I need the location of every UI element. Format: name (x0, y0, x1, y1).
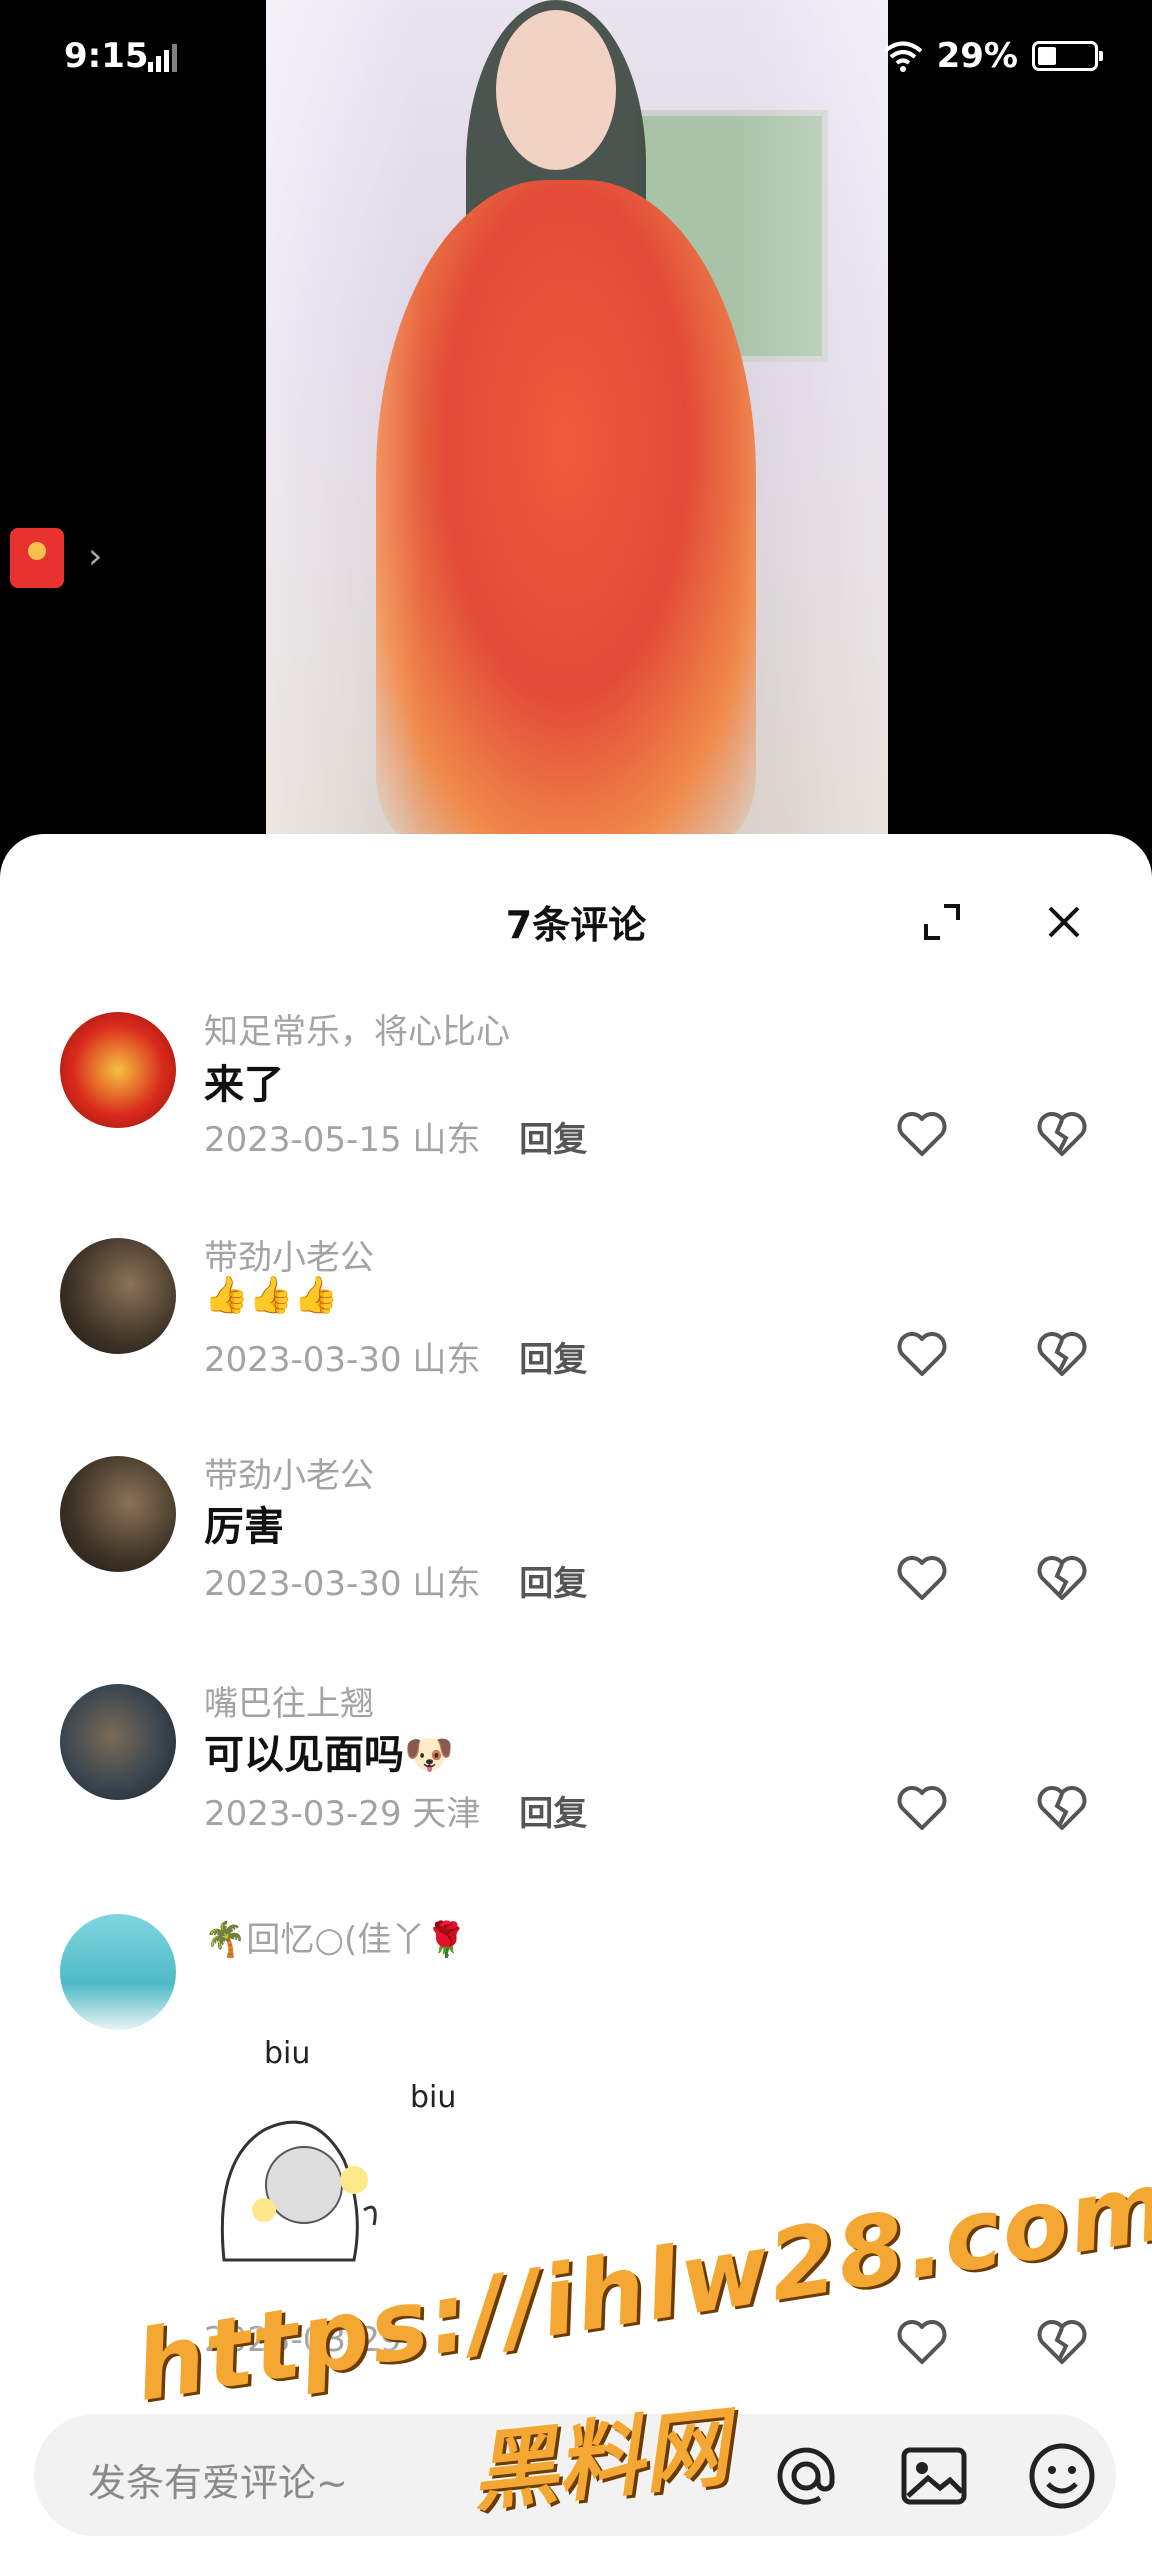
battery-percent: 29% (936, 36, 1018, 76)
avatar[interactable] (60, 1684, 176, 1800)
comments-title: 7条评论 (505, 903, 647, 947)
battery-icon (1032, 41, 1103, 71)
comment-region: 山东 (412, 1340, 481, 1380)
avatar[interactable] (60, 1914, 176, 2030)
comment-region: 山东 (412, 1564, 481, 1604)
image-icon[interactable] (898, 2440, 970, 2512)
comment-author[interactable]: 🌴回忆○(佳丫🌹 (204, 1912, 468, 1961)
video-player[interactable] (266, 0, 888, 840)
reply-button[interactable]: 回复 (519, 1120, 587, 1160)
video-light-effect (266, 0, 888, 840)
reply-button[interactable]: 回复 (519, 1340, 587, 1380)
emoji-icon[interactable] (1026, 2440, 1098, 2512)
comment-date: 2023-03-30 (204, 1564, 402, 1604)
comment-input-placeholder: 发条有爱评论~ (88, 2461, 348, 2505)
broken-heart-icon[interactable] (1036, 1554, 1088, 1602)
at-mention-icon[interactable] (770, 2440, 842, 2512)
heart-icon[interactable] (896, 1784, 948, 1832)
comment-text: 可以见面吗🐶 (204, 1732, 454, 1778)
comment-date: 2023-03-29 (204, 1794, 402, 1834)
broken-heart-icon[interactable] (1036, 1110, 1088, 1158)
status-bar: 9:15 29% (0, 0, 1152, 110)
comment-author[interactable]: 嘴巴往上翘 (204, 1676, 374, 1725)
comment-meta: 2023-03-30 山东 回复 (204, 1332, 587, 1381)
heart-icon[interactable] (896, 1554, 948, 1602)
status-time: 9:15 (64, 36, 149, 76)
comment-meta: 2023-03-30 山东 回复 (204, 1556, 587, 1605)
reply-button[interactable]: 回复 (519, 1794, 587, 1834)
comment-author[interactable]: 带劲小老公 (204, 1448, 374, 1497)
signal-icon (148, 44, 177, 72)
red-packet-arrow-icon[interactable]: › (88, 536, 102, 577)
comment-date: 2023-05-15 (204, 1120, 402, 1160)
avatar[interactable] (60, 1012, 176, 1128)
comment-date: 2023-03-30 (204, 1340, 402, 1380)
red-packet-icon[interactable] (10, 528, 64, 588)
sticker-label: biu (264, 2036, 311, 2071)
comment-text: 厉害 (204, 1504, 284, 1550)
comment-region: 山东 (412, 1120, 481, 1160)
comment-text: 👍👍👍 (204, 1275, 339, 1316)
broken-heart-icon[interactable] (1036, 1330, 1088, 1378)
comment-meta: 2023-05-15 山东 回复 (204, 1112, 587, 1161)
avatar[interactable] (60, 1456, 176, 1572)
wifi-icon (883, 41, 922, 72)
avatar[interactable] (60, 1238, 176, 1354)
reply-button[interactable]: 回复 (519, 1564, 587, 1604)
comment-author[interactable]: 知足常乐，将心比心 (204, 1004, 510, 1053)
comment-text: 来了 (204, 1062, 284, 1108)
broken-heart-icon[interactable] (1036, 1784, 1088, 1832)
heart-icon[interactable] (896, 2318, 948, 2366)
comment-meta: 2023-03-29 天津 回复 (204, 1786, 587, 1835)
sticker-image[interactable] (204, 2100, 444, 2270)
heart-icon[interactable] (896, 1110, 948, 1158)
comment-region: 天津 (412, 1794, 481, 1834)
heart-icon[interactable] (896, 1330, 948, 1378)
broken-heart-icon[interactable] (1036, 2318, 1088, 2366)
expand-icon[interactable] (922, 902, 962, 942)
close-icon[interactable] (1044, 902, 1084, 942)
comment-author[interactable]: 带劲小老公 (204, 1230, 374, 1279)
